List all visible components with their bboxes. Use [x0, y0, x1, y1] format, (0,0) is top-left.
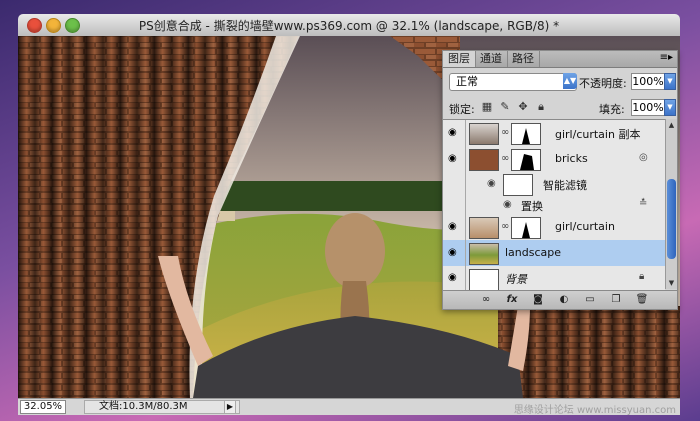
layer-row-girl-curtain[interactable]: ◉ ∞ girl/curtain	[443, 214, 665, 241]
layer-name: girl/curtain 副本	[555, 128, 641, 141]
visibility-eye-icon[interactable]: ◉	[487, 178, 496, 189]
watermark-text: 思缘设计论坛 www.missyuan.com	[513, 405, 676, 416]
layer-row-smart-filters[interactable]: ◉ 智能滤镜	[443, 172, 665, 197]
zoom-field[interactable]: 32.05%	[20, 400, 66, 414]
visibility-eye-icon[interactable]	[443, 172, 466, 196]
visibility-eye-icon[interactable]: ◉	[443, 120, 466, 146]
layer-thumbnail	[469, 243, 499, 265]
smart-filter-badge-icon: ◎	[639, 152, 648, 163]
status-bar: 32.05% 文档:10.3M/80.3M ▶ 思缘设计论坛 www.missy…	[18, 398, 680, 416]
document-info: 文档:10.3M/80.3M	[84, 400, 240, 414]
adjustment-icon[interactable]: ◐	[557, 294, 571, 306]
status-menu-arrow-icon[interactable]: ▶	[224, 400, 236, 414]
link-chain-icon: ∞	[501, 127, 510, 138]
layer-thumbnail	[469, 217, 499, 239]
scroll-thumb[interactable]	[667, 179, 676, 259]
layer-name: 置换	[521, 200, 543, 213]
layer-mask-thumbnail	[511, 217, 541, 239]
layer-name: 智能滤镜	[543, 179, 587, 192]
tab-paths[interactable]: 路径	[507, 51, 540, 67]
trash-icon[interactable]: 🗑︎	[635, 294, 649, 306]
layer-name: landscape	[505, 246, 562, 259]
fill-label: 填充:	[599, 103, 625, 116]
lock-label: 锁定:	[449, 103, 475, 116]
layer-row-displace[interactable]: ◉ 置换 ≛	[443, 196, 665, 215]
layer-name: 背景	[505, 273, 527, 286]
scroll-down-icon[interactable]: ▼	[666, 279, 677, 287]
link-icon[interactable]: ∞	[479, 294, 493, 306]
visibility-eye-icon[interactable]: ◉	[443, 214, 466, 240]
visibility-eye-icon[interactable]: ◉	[443, 146, 466, 172]
layer-mask-thumbnail	[511, 123, 541, 145]
fill-field[interactable]: 100%	[631, 99, 665, 116]
opacity-field[interactable]: 100%	[631, 73, 665, 90]
panel-menu-icon[interactable]: ≡▸	[660, 52, 673, 63]
layer-thumbnail	[469, 123, 499, 145]
panel-footer: ∞ fx ◙ ◐ ▭ ❐ 🗑︎	[443, 290, 677, 309]
lock-transparency-icon[interactable]: ▦	[481, 101, 493, 113]
visibility-eye-icon[interactable]: ◉	[443, 240, 466, 266]
visibility-eye-icon[interactable]: ◉	[503, 199, 512, 210]
layer-mask-thumbnail	[511, 149, 541, 171]
lock-icon: 🔒︎	[639, 271, 645, 282]
layer-name: girl/curtain	[555, 220, 615, 233]
layers-panel: 图层 通道 路径 ≡▸ 正常 ▲▼ 不透明度: 100% ▼ 锁定: ▦ ✎ ✥…	[442, 50, 678, 310]
filter-options-icon[interactable]: ≛	[639, 198, 647, 209]
layer-name: bricks	[555, 152, 588, 165]
link-chain-icon: ∞	[501, 153, 510, 164]
visibility-eye-icon[interactable]	[443, 196, 466, 214]
fx-icon[interactable]: fx	[505, 294, 519, 306]
tab-channels[interactable]: 通道	[475, 51, 508, 67]
folder-icon[interactable]: ▭	[583, 294, 597, 306]
layer-row-bricks[interactable]: ◉ ∞ bricks ◎	[443, 146, 665, 173]
layer-row-girl-curtain-copy[interactable]: ◉ ∞ girl/curtain 副本	[443, 120, 665, 147]
lock-brush-icon[interactable]: ✎	[499, 101, 511, 113]
layer-row-background[interactable]: ◉ 背景 🔒︎	[443, 266, 665, 291]
scroll-up-icon[interactable]: ▲	[666, 121, 677, 129]
link-chain-icon: ∞	[501, 221, 510, 232]
filter-mask-thumbnail	[503, 174, 533, 196]
title-bar: PS创意合成 - 撕裂的墙壁www.ps369.com @ 32.1% (lan…	[18, 14, 680, 37]
panel-tabs: 图层 通道 路径 ≡▸	[443, 51, 677, 68]
layer-thumbnail	[469, 149, 499, 171]
new-layer-icon[interactable]: ❐	[609, 294, 623, 306]
layers-scrollbar[interactable]: ▲ ▼	[665, 119, 677, 289]
blend-mode-value: 正常	[449, 73, 577, 91]
window-title: PS创意合成 - 撕裂的墙壁www.ps369.com @ 32.1% (lan…	[138, 19, 560, 33]
layer-thumbnail	[469, 269, 499, 291]
mask-icon[interactable]: ◙	[531, 294, 545, 306]
fill-dropdown-icon[interactable]: ▼	[664, 99, 676, 116]
opacity-label: 不透明度:	[579, 77, 627, 90]
chevron-updown-icon: ▲▼	[563, 73, 577, 89]
visibility-eye-icon[interactable]: ◉	[443, 266, 466, 290]
layer-row-landscape[interactable]: ◉ landscape	[443, 240, 665, 267]
opacity-dropdown-icon[interactable]: ▼	[664, 73, 676, 90]
lock-all-icon[interactable]: 🔒︎	[535, 101, 547, 113]
lock-move-icon[interactable]: ✥	[517, 101, 529, 113]
layers-list: ◉ ∞ girl/curtain 副本 ◉ ∞ bricks ◎ ◉ 智能滤镜	[443, 119, 665, 291]
tab-layers[interactable]: 图层	[443, 51, 476, 67]
